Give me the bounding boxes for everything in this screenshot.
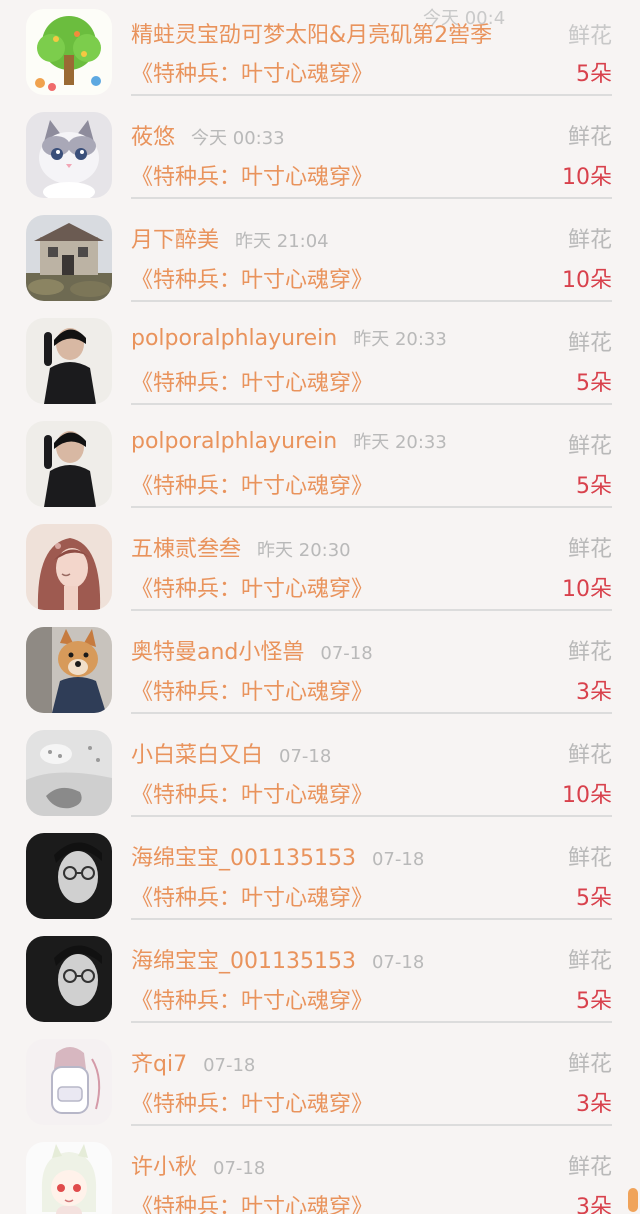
gift-type: 鲜花 — [567, 640, 612, 665]
book-title[interactable]: 《特种兵：叶寸心魂穿》 — [131, 1086, 373, 1118]
book-title[interactable]: 《特种兵：叶寸心魂穿》 — [131, 674, 373, 706]
user-name[interactable]: 海绵宝宝_001135153 07-18 — [131, 943, 424, 975]
list-item[interactable]: 小白菜白又白 07-18 鲜花 《特种兵：叶寸心魂穿》 10朵 — [0, 721, 640, 824]
timestamp: 今天 00:33 — [191, 128, 285, 149]
timestamp: 昨天 20:30 — [257, 540, 351, 561]
gift-count: 10朵 — [562, 577, 612, 602]
timestamp: 07-18 — [213, 1158, 266, 1179]
list-item[interactable]: 五棟贰叁叁 昨天 20:30 鲜花 《特种兵：叶寸心魂穿》 10朵 — [0, 515, 640, 618]
gift-count: 3朵 — [576, 1092, 612, 1117]
scroll-handle[interactable] — [628, 1188, 638, 1212]
divider — [131, 1021, 612, 1023]
list-item[interactable]: 莜悠 今天 00:33 鲜花 《特种兵：叶寸心魂穿》 10朵 — [0, 103, 640, 206]
gift-type: 鲜花 — [567, 331, 612, 356]
anime-girl-icon[interactable] — [26, 1142, 112, 1214]
house-icon[interactable] — [26, 215, 112, 301]
girl-illustration-icon[interactable] — [26, 524, 112, 610]
gift-type: 鲜花 — [567, 1155, 612, 1180]
list-item[interactable]: polporalphlayurein 昨天 20:33 鲜花 《特种兵：叶寸心魂穿… — [0, 412, 640, 515]
list-item[interactable]: 齐qi7 07-18 鲜花 《特种兵：叶寸心魂穿》 3朵 — [0, 1030, 640, 1133]
user-name[interactable]: polporalphlayurein 昨天 20:33 — [131, 428, 447, 454]
divider — [131, 94, 612, 96]
glasses-man-icon[interactable] — [26, 833, 112, 919]
book-title[interactable]: 《特种兵：叶寸心魂穿》 — [131, 983, 373, 1015]
list-item[interactable]: 月下醉美 昨天 21:04 鲜花 《特种兵：叶寸心魂穿》 10朵 — [0, 206, 640, 309]
book-title[interactable]: 《特种兵：叶寸心魂穿》 — [131, 880, 373, 912]
man-icon[interactable] — [26, 421, 112, 507]
user-name[interactable]: 许小秋 07-18 — [131, 1149, 265, 1181]
timestamp: 昨天 20:33 — [353, 432, 447, 453]
timestamp: 今天 00:4 — [423, 8, 506, 29]
timestamp: 07-18 — [320, 643, 373, 664]
gift-type: 鲜花 — [567, 949, 612, 974]
glasses-man-icon[interactable] — [26, 936, 112, 1022]
gift-count: 5朵 — [576, 62, 612, 87]
tree-icon[interactable] — [26, 9, 112, 95]
book-title[interactable]: 《特种兵：叶寸心魂穿》 — [131, 468, 373, 500]
gift-type: 鲜花 — [567, 846, 612, 871]
gift-count: 3朵 — [576, 1195, 612, 1214]
user-name[interactable]: 海绵宝宝_001135153 07-18 — [131, 840, 424, 872]
gift-count: 5朵 — [576, 886, 612, 911]
divider — [131, 918, 612, 920]
divider — [131, 609, 612, 611]
dog-icon[interactable] — [26, 627, 112, 713]
book-title[interactable]: 《特种兵：叶寸心魂穿》 — [131, 777, 373, 809]
book-title[interactable]: 《特种兵：叶寸心魂穿》 — [131, 159, 373, 191]
gift-type: 鲜花 — [567, 537, 612, 562]
timestamp: 昨天 20:33 — [353, 329, 447, 350]
gift-count: 10朵 — [562, 783, 612, 808]
backpack-girl-icon[interactable] — [26, 1039, 112, 1125]
list-item[interactable]: 海绵宝宝_001135153 07-18 鲜花 《特种兵：叶寸心魂穿》 5朵 — [0, 927, 640, 1030]
flower-gift-list[interactable]: 精蛀灵宝劭可梦太阳&月亮矶第2喾季 今天 00:4 鲜花 《特种兵：叶寸心魂穿》… — [0, 0, 640, 1214]
gift-type: 鲜花 — [567, 1052, 612, 1077]
divider — [131, 712, 612, 714]
divider — [131, 300, 612, 302]
divider — [131, 1124, 612, 1126]
divider — [131, 197, 612, 199]
user-name[interactable]: 月下醉美 昨天 21:04 — [131, 222, 329, 254]
timestamp: 07-18 — [371, 952, 425, 973]
divider — [131, 506, 612, 508]
book-title[interactable]: 《特种兵：叶寸心魂穿》 — [131, 571, 373, 603]
gift-type: 鲜花 — [567, 125, 612, 150]
man-icon[interactable] — [26, 318, 112, 404]
user-name[interactable]: polporalphlayurein 昨天 20:33 — [131, 325, 447, 351]
book-title[interactable]: 《特种兵：叶寸心魂穿》 — [131, 262, 373, 294]
gift-count: 10朵 — [562, 268, 612, 293]
user-name[interactable]: 小白菜白又白 07-18 — [131, 737, 331, 769]
gift-type: 鲜花 — [567, 743, 612, 768]
timestamp: 07-18 — [203, 1055, 256, 1076]
user-name[interactable]: 五棟贰叁叁 昨天 20:30 — [131, 531, 351, 563]
list-item[interactable]: 许小秋 07-18 鲜花 《特种兵：叶寸心魂穿》 3朵 — [0, 1133, 640, 1214]
book-title[interactable]: 《特种兵：叶寸心魂穿》 — [131, 56, 373, 88]
gift-type: 鲜花 — [567, 24, 612, 49]
gift-count: 5朵 — [576, 474, 612, 499]
book-title[interactable]: 《特种兵：叶寸心魂穿》 — [131, 1189, 373, 1214]
gift-count: 10朵 — [562, 165, 612, 190]
gift-type: 鲜花 — [567, 434, 612, 459]
user-name[interactable]: 奥特曼and小怪兽 07-18 — [131, 634, 373, 666]
divider — [131, 403, 612, 405]
cat-icon[interactable] — [26, 112, 112, 198]
gift-type: 鲜花 — [567, 228, 612, 253]
list-item[interactable]: 海绵宝宝_001135153 07-18 鲜花 《特种兵：叶寸心魂穿》 5朵 — [0, 824, 640, 927]
list-item[interactable]: 精蛀灵宝劭可梦太阳&月亮矶第2喾季 今天 00:4 鲜花 《特种兵：叶寸心魂穿》… — [0, 0, 640, 103]
user-name[interactable]: 齐qi7 07-18 — [131, 1046, 255, 1078]
bedding-icon[interactable] — [26, 730, 112, 816]
timestamp: 07-18 — [371, 849, 425, 870]
divider — [131, 815, 612, 817]
timestamp: 昨天 21:04 — [235, 231, 329, 252]
gift-count: 5朵 — [576, 371, 612, 396]
list-item[interactable]: 奥特曼and小怪兽 07-18 鲜花 《特种兵：叶寸心魂穿》 3朵 — [0, 618, 640, 721]
user-name[interactable]: 莜悠 今天 00:33 — [131, 119, 285, 151]
list-item[interactable]: polporalphlayurein 昨天 20:33 鲜花 《特种兵：叶寸心魂穿… — [0, 309, 640, 412]
timestamp: 07-18 — [279, 746, 332, 767]
gift-count: 5朵 — [576, 989, 612, 1014]
gift-count: 3朵 — [576, 680, 612, 705]
book-title[interactable]: 《特种兵：叶寸心魂穿》 — [131, 365, 373, 397]
